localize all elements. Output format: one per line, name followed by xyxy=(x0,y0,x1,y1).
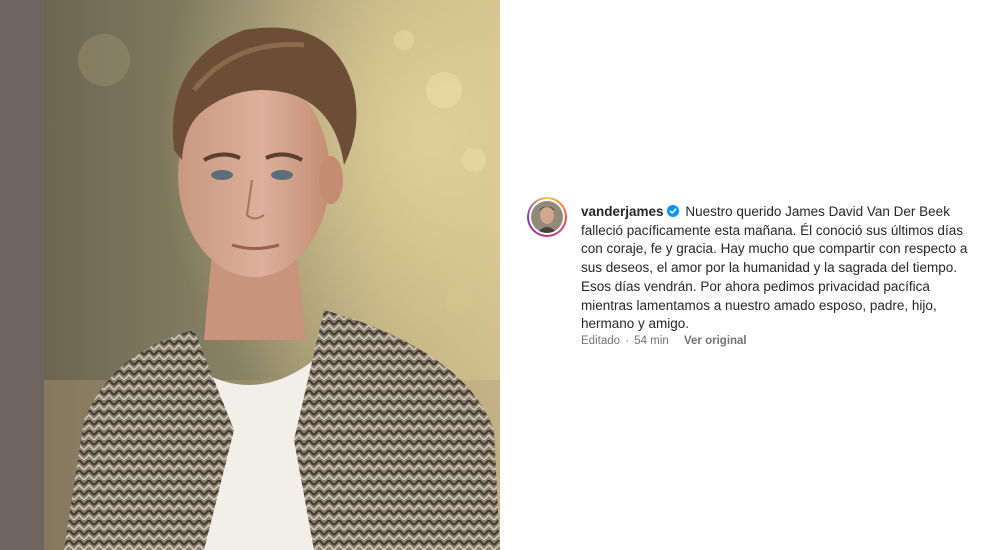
post-photo[interactable] xyxy=(44,0,500,550)
see-original-button[interactable]: Ver original xyxy=(684,335,747,347)
avatar[interactable] xyxy=(531,201,563,233)
time-ago[interactable]: 54 min xyxy=(634,335,669,347)
meta-separator: · xyxy=(625,335,630,347)
caption-text: Nuestro querido James David Van Der Beek… xyxy=(581,204,968,332)
post-caption: vanderjames Nuestro querido James David … xyxy=(581,203,981,334)
edited-label: Editado xyxy=(581,335,621,347)
verified-badge-icon xyxy=(666,205,679,217)
story-ring[interactable] xyxy=(527,197,567,237)
post-meta: Editado · 54 min Ver original xyxy=(581,335,747,347)
username-link[interactable]: vanderjames xyxy=(581,204,664,219)
left-background-strip xyxy=(0,0,44,550)
